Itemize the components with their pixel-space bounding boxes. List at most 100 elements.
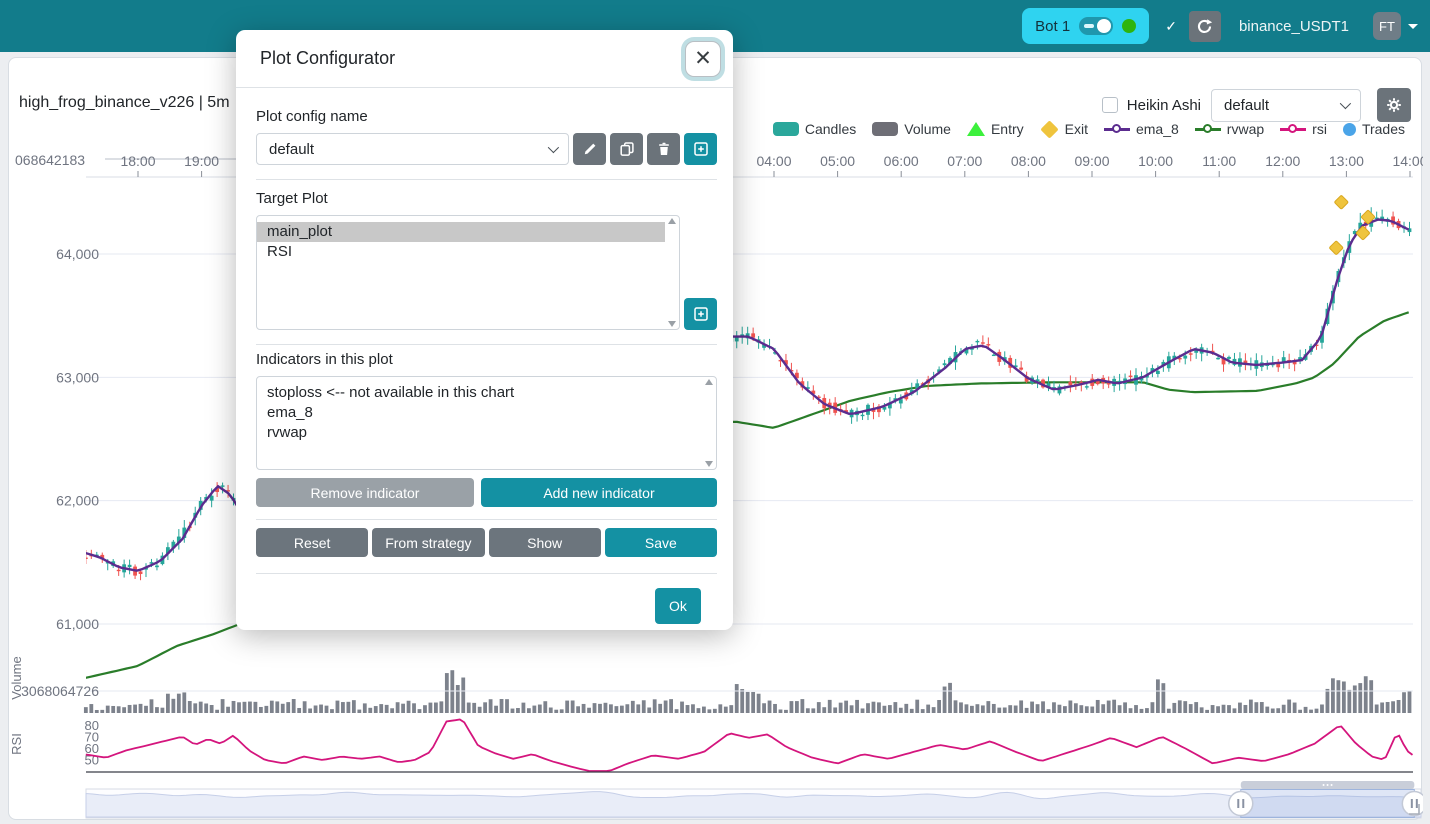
time-tick-label: 09:00 xyxy=(1074,153,1109,169)
legend-item-rsi[interactable]: rsi xyxy=(1280,121,1327,137)
legend-triangle-swatch xyxy=(967,122,985,136)
legend-line-swatch xyxy=(1104,128,1130,131)
exit-marker-icon xyxy=(1334,195,1348,209)
plot-config-select[interactable]: default xyxy=(1211,89,1361,122)
price-tick-label: 62,000 xyxy=(56,493,99,509)
plus-square-icon xyxy=(694,142,708,156)
time-tick-label: 08:00 xyxy=(1011,153,1046,169)
ok-button[interactable]: Ok xyxy=(655,588,701,624)
bot-selector-button[interactable]: Bot 1 xyxy=(1022,8,1149,44)
target-plot-item[interactable]: main_plot xyxy=(257,222,665,242)
legend-item-Entry[interactable]: Entry xyxy=(967,121,1024,137)
bot-name-label: Bot 1 xyxy=(1035,18,1070,35)
modal-body: Plot config name default xyxy=(236,88,733,624)
plot-settings-button[interactable] xyxy=(1377,88,1411,122)
grip-dots-icon xyxy=(1327,784,1329,786)
heikin-ashi-checkbox[interactable] xyxy=(1102,97,1118,113)
target-plot-list[interactable]: main_plotRSI xyxy=(256,215,680,330)
plot-config-name-label: Plot config name xyxy=(256,108,717,125)
add-config-button[interactable] xyxy=(684,133,717,165)
price-tick-label: 61,000 xyxy=(56,616,99,632)
time-tick-label: 05:00 xyxy=(820,153,855,169)
time-tick-label: 10:00 xyxy=(1138,153,1173,169)
legend-label: ema_8 xyxy=(1136,121,1179,137)
volume-pane-label: Volume xyxy=(9,656,24,699)
bot-enable-toggle[interactable] xyxy=(1079,17,1113,35)
legend-item-Candles[interactable]: Candles xyxy=(773,121,856,137)
volume-axis-top-label: 068642183 xyxy=(15,152,85,168)
scroll-down-icon[interactable] xyxy=(668,321,676,327)
edit-config-button[interactable] xyxy=(573,133,606,165)
time-tick-label: 19:00 xyxy=(184,153,219,169)
time-tick-label: 13:00 xyxy=(1329,153,1364,169)
chevron-down-icon[interactable] xyxy=(1408,24,1418,29)
legend-item-rvwap[interactable]: rvwap xyxy=(1195,121,1264,137)
close-button[interactable]: ✕ xyxy=(685,41,721,77)
volume-axis-value-label: 3068064726 xyxy=(21,683,99,699)
rsi-line xyxy=(86,720,1413,772)
scroll-down-icon[interactable] xyxy=(705,461,713,467)
time-tick-label: 14:00 xyxy=(1392,153,1423,169)
scrollbar[interactable] xyxy=(666,218,677,327)
time-tick-label: 04:00 xyxy=(756,153,791,169)
price-tick-label: 64,000 xyxy=(56,246,99,262)
datazoom-area xyxy=(86,792,1421,817)
target-plot-item[interactable]: RSI xyxy=(257,242,665,262)
indicator-item[interactable]: ema_8 xyxy=(257,403,702,423)
from-strategy-button[interactable]: From strategy xyxy=(372,528,484,557)
add-new-indicator-button[interactable]: Add new indicator xyxy=(481,478,717,507)
indicators-list[interactable]: stoploss <-- not available in this chart… xyxy=(256,376,717,470)
divider xyxy=(256,179,717,180)
save-button[interactable]: Save xyxy=(605,528,717,557)
remove-indicator-button[interactable]: Remove indicator xyxy=(256,478,474,507)
scroll-up-icon[interactable] xyxy=(668,218,676,224)
grip-dots-icon xyxy=(1323,784,1325,786)
legend-line-swatch xyxy=(1280,128,1306,131)
scroll-up-icon[interactable] xyxy=(705,379,713,385)
refresh-icon xyxy=(1196,18,1213,35)
datazoom-handle[interactable] xyxy=(1229,792,1253,816)
rsi-pane-label: RSI xyxy=(9,733,24,755)
legend-line-swatch xyxy=(1195,128,1221,131)
price-tick-label: 63,000 xyxy=(56,369,99,385)
close-icon: ✕ xyxy=(694,47,712,70)
divider xyxy=(256,519,717,520)
exit-marker-icon xyxy=(1329,241,1343,255)
modal-header: Plot Configurator ✕ xyxy=(236,30,733,88)
legend-item-ema_8[interactable]: ema_8 xyxy=(1104,121,1179,137)
indicator-item[interactable]: stoploss <-- not available in this chart xyxy=(257,383,702,403)
show-button[interactable]: Show xyxy=(489,528,601,557)
time-tick-label: 18:00 xyxy=(120,153,155,169)
indicator-item[interactable]: rvwap xyxy=(257,423,702,443)
chevron-down-icon xyxy=(1340,98,1351,109)
duplicate-config-button[interactable] xyxy=(610,133,643,165)
pair-title: binance_USDT1 xyxy=(1239,18,1349,35)
avatar-initials: FT xyxy=(1379,19,1395,34)
plot-config-select-value: default xyxy=(1224,97,1269,114)
heikin-ashi-label: Heikin Ashi xyxy=(1127,97,1201,114)
scrollbar[interactable] xyxy=(703,379,714,467)
time-tick-label: 06:00 xyxy=(884,153,919,169)
legend-label: rsi xyxy=(1312,121,1327,137)
time-tick-label: 11:00 xyxy=(1202,153,1236,169)
datazoom-selected-range[interactable] xyxy=(1241,790,1415,818)
legend-diamond-swatch xyxy=(1040,120,1058,138)
indicators-label: Indicators in this plot xyxy=(256,351,717,368)
config-name-select[interactable]: default xyxy=(256,133,569,165)
time-tick-label: 12:00 xyxy=(1265,153,1300,169)
time-tick-label: 07:00 xyxy=(947,153,982,169)
legend-item-Volume[interactable]: Volume xyxy=(872,121,951,137)
delete-config-button[interactable] xyxy=(647,133,680,165)
trash-icon xyxy=(657,142,671,156)
reset-button[interactable]: Reset xyxy=(256,528,368,557)
copy-icon xyxy=(620,142,634,156)
legend-label: Trades xyxy=(1362,121,1405,137)
user-avatar[interactable]: FT xyxy=(1373,12,1401,40)
divider xyxy=(256,344,717,345)
refresh-button[interactable] xyxy=(1189,11,1221,42)
chevron-down-icon xyxy=(548,142,559,153)
legend-item-Exit[interactable]: Exit xyxy=(1040,121,1088,137)
legend-label: Volume xyxy=(904,121,951,137)
add-plot-button[interactable] xyxy=(684,298,717,330)
legend-item-Trades[interactable]: Trades xyxy=(1343,121,1405,137)
